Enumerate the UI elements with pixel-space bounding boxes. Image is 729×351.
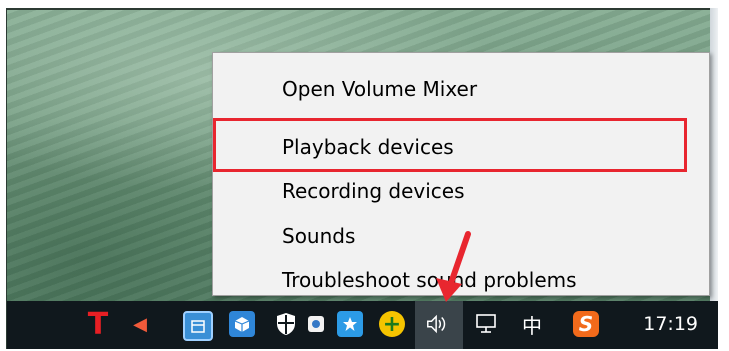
sogou-icon[interactable]: S bbox=[573, 311, 599, 337]
plus-app-icon[interactable]: + bbox=[379, 311, 405, 337]
shield-app-icon[interactable] bbox=[273, 311, 299, 337]
volume-icon[interactable] bbox=[425, 311, 451, 337]
network-icon[interactable] bbox=[473, 311, 499, 337]
speaker-red-icon[interactable]: ◀ bbox=[127, 311, 153, 337]
star-app-icon[interactable] bbox=[337, 311, 363, 337]
package-app-icon[interactable] bbox=[229, 311, 255, 337]
taskbar-clock[interactable]: 17:19 bbox=[643, 313, 698, 335]
menu-item-open-volume-mixer[interactable]: Open Volume Mixer bbox=[213, 69, 709, 109]
ime-icon[interactable]: 中 bbox=[519, 311, 545, 338]
calendar-app-icon[interactable] bbox=[183, 311, 213, 341]
red-arrow-annotation bbox=[436, 231, 471, 302]
taskbar: T ◀ + 中 S 17:19 bbox=[7, 301, 718, 349]
background-window-edge bbox=[710, 8, 718, 349]
puzzle-app-icon[interactable] bbox=[303, 311, 329, 337]
menu-item-recording-devices[interactable]: Recording devices bbox=[213, 171, 709, 211]
window-edge bbox=[7, 8, 718, 10]
menu-item-playback-devices[interactable]: Playback devices bbox=[213, 127, 709, 167]
t-app-icon[interactable]: T bbox=[85, 307, 111, 342]
